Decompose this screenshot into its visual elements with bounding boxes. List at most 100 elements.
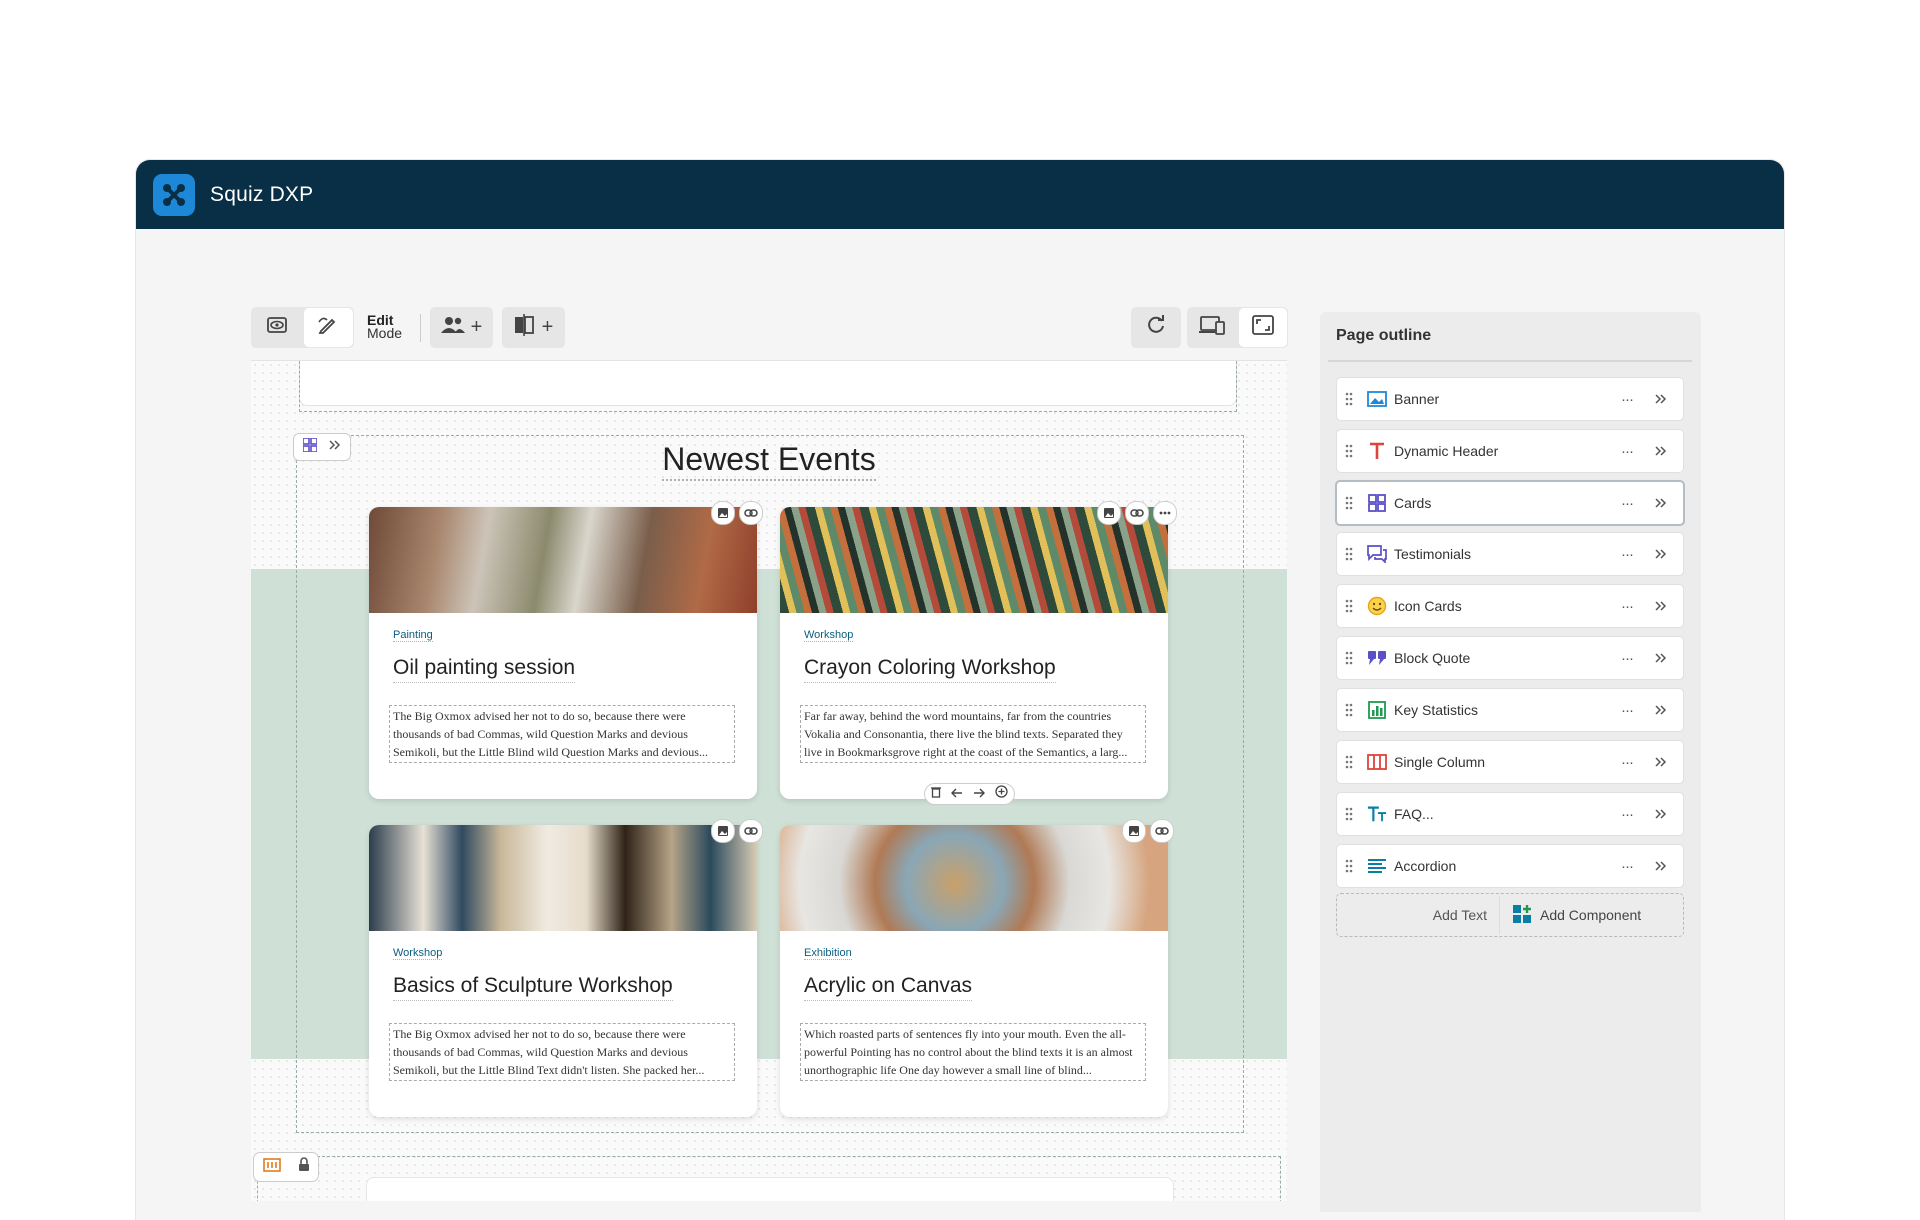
edit-mode-label: Edit Mode (367, 313, 402, 340)
edit-mode-button[interactable] (303, 308, 353, 347)
image-icon[interactable] (1097, 501, 1121, 525)
drag-handle-icon[interactable] (1345, 392, 1361, 406)
card-title[interactable]: Crayon Coloring Workshop (804, 656, 1056, 683)
double-chevron-right-icon[interactable] (1653, 808, 1669, 820)
card-description[interactable]: Far far away, behind the word mountains,… (800, 705, 1146, 763)
double-chevron-right-icon[interactable] (1653, 497, 1669, 509)
drag-handle-icon[interactable] (1345, 755, 1361, 769)
fullscreen-button[interactable] (1238, 308, 1287, 347)
double-chevron-right-icon[interactable] (1653, 393, 1669, 405)
outline-item-key-statistics[interactable]: Key Statistics ··· (1336, 688, 1684, 732)
outline-item-label: Cards (1394, 495, 1432, 511)
add-text-button[interactable]: Add Text (1337, 896, 1500, 934)
outline-item-accordion[interactable]: Accordion ··· (1336, 844, 1684, 888)
add-persona-button[interactable]: + (430, 307, 493, 348)
outline-item-icon-cards[interactable]: Icon Cards ··· (1336, 584, 1684, 628)
smiley-icon (1367, 596, 1387, 616)
preview-button[interactable] (252, 308, 302, 347)
more-options-icon[interactable]: ··· (1615, 495, 1639, 512)
outline-item-banner[interactable]: Banner ··· (1336, 377, 1684, 421)
expand-icon (1251, 315, 1274, 340)
link-icon[interactable] (739, 501, 763, 525)
double-chevron-right-icon[interactable] (1653, 860, 1669, 872)
card-category[interactable]: Workshop (393, 947, 443, 960)
card-category[interactable]: Workshop (804, 629, 854, 642)
drag-handle-icon[interactable] (1345, 599, 1361, 613)
card-controls (1097, 501, 1177, 525)
refresh-button[interactable] (1131, 307, 1181, 348)
link-icon[interactable] (739, 819, 763, 843)
double-chevron-right-icon[interactable] (1653, 652, 1669, 664)
more-options-icon[interactable]: ··· (1615, 546, 1639, 563)
event-card[interactable]: Workshop Basics of Sculpture Workshop Th… (369, 825, 757, 1117)
drag-handle-icon[interactable] (1345, 496, 1361, 510)
double-chevron-right-icon[interactable] (1653, 548, 1669, 560)
card-title[interactable]: Oil painting session (393, 656, 576, 683)
split-page-icon (514, 314, 534, 341)
outline-item-dynamic-header[interactable]: Dynamic Header ··· (1336, 429, 1684, 473)
outline-item-faq[interactable]: FAQ... ··· (1336, 792, 1684, 836)
card-description[interactable]: Which roasted parts of sentences fly int… (800, 1023, 1146, 1081)
image-icon[interactable] (711, 819, 735, 843)
card-title[interactable]: Basics of Sculpture Workshop (393, 974, 673, 1001)
add-component-button[interactable]: Add Component (1512, 904, 1641, 927)
event-card[interactable]: Workshop Crayon Coloring Workshop Far fa… (780, 507, 1168, 799)
eye-icon (266, 315, 288, 340)
card-image[interactable] (369, 507, 757, 613)
outline-item-cards[interactable]: Cards ··· (1335, 480, 1685, 526)
more-options-icon[interactable]: ··· (1615, 754, 1639, 771)
image-icon[interactable] (711, 501, 735, 525)
chat-bubbles-icon (1367, 544, 1387, 564)
double-chevron-right-icon[interactable] (1653, 445, 1669, 457)
page-outline-panel: Page outline Banner ··· Dynamic Header ·… (1320, 312, 1701, 1212)
drag-handle-icon[interactable] (1345, 651, 1361, 665)
outline-item-block-quote[interactable]: Block Quote ··· (1336, 636, 1684, 680)
drag-handle-icon[interactable] (1345, 859, 1361, 873)
quote-icon (1367, 648, 1387, 668)
viewport-toggle (1187, 307, 1288, 348)
event-card[interactable]: Exhibition Acrylic on Canvas Which roast… (780, 825, 1168, 1117)
more-options-icon[interactable]: ··· (1615, 858, 1639, 875)
squiz-logo-icon[interactable] (153, 173, 195, 216)
event-card[interactable]: Painting Oil painting session The Big Ox… (369, 507, 757, 799)
arrow-right-icon[interactable] (973, 785, 985, 803)
responsive-view-button[interactable] (1188, 308, 1237, 347)
outline-item-single-column[interactable]: Single Column ··· (1336, 740, 1684, 784)
card-description[interactable]: The Big Oxmox advised her not to do so, … (389, 1023, 735, 1081)
lock-icon (298, 1157, 310, 1177)
more-options-icon[interactable]: ··· (1615, 391, 1639, 408)
card-image[interactable] (369, 825, 757, 931)
arrow-left-icon[interactable] (951, 785, 963, 803)
drag-handle-icon[interactable] (1345, 807, 1361, 821)
drag-handle-icon[interactable] (1345, 444, 1361, 458)
card-category[interactable]: Exhibition (804, 947, 852, 960)
double-chevron-right-icon[interactable] (1653, 756, 1669, 768)
card-description[interactable]: The Big Oxmox advised her not to do so, … (389, 705, 735, 763)
next-block-tag[interactable] (253, 1152, 319, 1182)
card-image[interactable] (780, 825, 1168, 931)
trash-icon[interactable] (931, 785, 941, 803)
more-options-icon[interactable]: ··· (1615, 650, 1639, 667)
link-icon[interactable] (1125, 501, 1149, 525)
double-chevron-right-icon[interactable] (1653, 704, 1669, 716)
list-lines-icon (1367, 856, 1387, 876)
card-title[interactable]: Acrylic on Canvas (804, 974, 973, 1001)
more-options-icon[interactable]: ··· (1615, 443, 1639, 460)
banner-icon (262, 1157, 281, 1177)
more-options-icon[interactable] (1153, 501, 1177, 525)
more-options-icon[interactable]: ··· (1615, 806, 1639, 823)
more-options-icon[interactable]: ··· (1615, 702, 1639, 719)
drag-handle-icon[interactable] (1345, 703, 1361, 717)
drag-handle-icon[interactable] (1345, 547, 1361, 561)
add-circle-icon[interactable] (995, 785, 1008, 803)
link-icon[interactable] (1150, 819, 1174, 843)
more-options-icon[interactable]: ··· (1615, 598, 1639, 615)
add-variant-button[interactable]: + (502, 307, 565, 348)
section-title[interactable]: Newest Events (251, 441, 1287, 481)
next-block[interactable] (366, 1177, 1174, 1201)
image-icon[interactable] (1122, 819, 1146, 843)
outline-item-testimonials[interactable]: Testimonials ··· (1336, 532, 1684, 576)
text-tt-icon (1367, 804, 1387, 824)
card-category[interactable]: Painting (393, 629, 433, 642)
double-chevron-right-icon[interactable] (1653, 600, 1669, 612)
